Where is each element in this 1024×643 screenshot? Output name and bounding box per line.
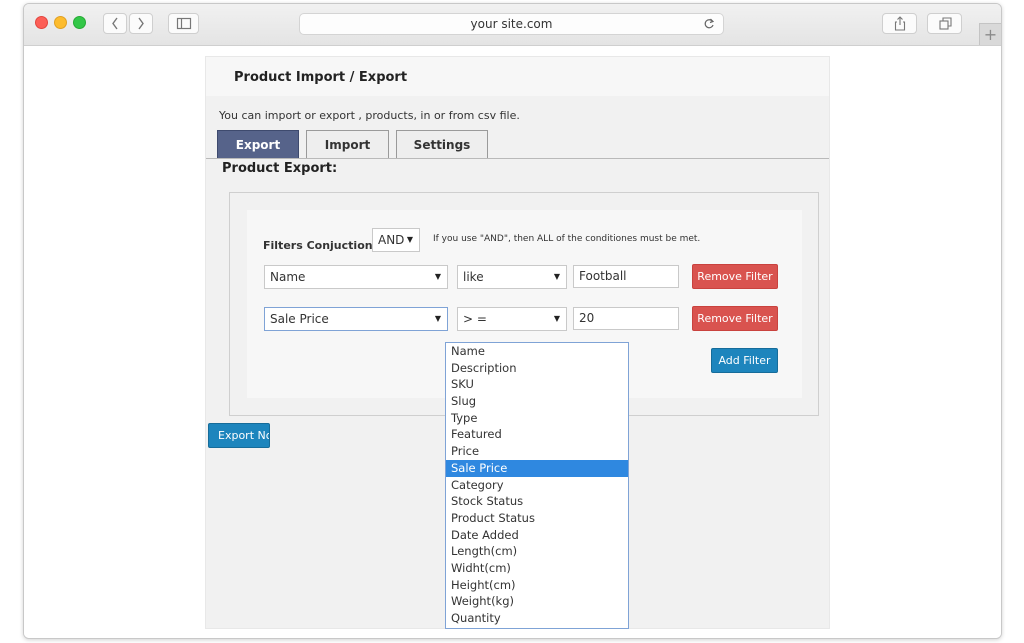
dropdown-option[interactable]: Sale Price [446, 459, 628, 477]
dropdown-option[interactable]: Weight(kg) [446, 593, 628, 610]
chevron-left-icon [112, 17, 118, 30]
dropdown-option[interactable]: Price [446, 443, 628, 460]
chevron-down-icon: ▼ [553, 272, 560, 281]
dropdown-option[interactable]: Description [446, 360, 628, 377]
maximize-window-button[interactable] [73, 16, 86, 29]
chevron-down-icon: ▼ [406, 235, 413, 244]
dropdown-option[interactable]: Length(cm) [446, 543, 628, 560]
back-button[interactable] [103, 13, 127, 34]
filter-field-select[interactable]: Name ▼ [264, 265, 448, 289]
tabs-overview-button[interactable] [927, 13, 962, 34]
filter-operator-value: like [463, 270, 484, 284]
dropdown-option[interactable]: SKU [446, 376, 628, 393]
page-title: Product Import / Export [234, 70, 408, 85]
page-description: You can import or export , products, in … [219, 109, 520, 122]
tab-export[interactable]: Export [217, 130, 299, 159]
filter-value-input[interactable]: Football [573, 265, 679, 288]
panel-header: Product Import / Export [206, 57, 829, 96]
remove-filter-button[interactable]: Remove Filter [692, 306, 778, 331]
dropdown-option[interactable]: Category [446, 477, 628, 494]
dropdown-option[interactable]: Type [446, 410, 628, 427]
browser-toolbar: your site.com + [24, 4, 1001, 46]
filter-field-value: Name [270, 270, 306, 284]
dropdown-option[interactable]: Name [446, 343, 628, 360]
dropdown-option[interactable]: Date Added [446, 527, 628, 544]
dropdown-option[interactable]: Featured [446, 426, 628, 443]
new-tab-button[interactable]: + [979, 23, 1001, 45]
dropdown-option[interactable]: Product Status [446, 510, 628, 527]
filter-operator-value: > = [463, 312, 487, 326]
section-title: Product Export: [222, 161, 338, 176]
dropdown-option[interactable]: Slug [446, 393, 628, 410]
share-icon [894, 16, 905, 31]
dropdown-option[interactable]: Quantity [446, 610, 628, 627]
forward-button[interactable] [129, 13, 153, 34]
sidebar-icon [176, 17, 191, 30]
field-dropdown-list[interactable]: Name Description SKU Slug Type Featured Price S… [445, 342, 629, 629]
export-now-button[interactable]: Export No [208, 423, 270, 448]
dropdown-option[interactable]: Widht(cm) [446, 560, 628, 577]
share-button[interactable] [882, 13, 917, 34]
page-content: Product Import / Export You can import o… [24, 46, 1001, 638]
tabs-icon [938, 17, 952, 30]
filter-field-select[interactable]: Sale Price ▼ [264, 307, 448, 331]
filter-field-value: Sale Price [270, 312, 329, 326]
chevron-down-icon: ▼ [434, 272, 441, 281]
chevron-down-icon: ▼ [434, 314, 441, 323]
plugin-panel: Product Import / Export You can import o… [205, 56, 830, 629]
dropdown-option[interactable]: Stock Status [446, 493, 628, 510]
filter-operator-select[interactable]: > = ▼ [457, 307, 567, 331]
reload-icon[interactable] [703, 17, 715, 37]
tab-import[interactable]: Import [306, 130, 389, 159]
conjunction-hint: If you use "AND", then ALL of the condit… [433, 234, 701, 244]
minimize-window-button[interactable] [54, 16, 67, 29]
conjunction-select[interactable]: AND ▼ [372, 228, 420, 252]
tab-divider [206, 158, 829, 159]
chevron-right-icon [138, 17, 144, 30]
remove-filter-button[interactable]: Remove Filter [692, 264, 778, 289]
dropdown-option[interactable]: Height(cm) [446, 577, 628, 594]
add-filter-button[interactable]: Add Filter [711, 348, 778, 373]
conjunction-label: Filters Conjuction: [263, 239, 377, 252]
chevron-down-icon: ▼ [553, 314, 560, 323]
url-text: your site.com [470, 17, 553, 31]
tab-settings[interactable]: Settings [396, 130, 488, 159]
conjunction-value: AND [378, 233, 405, 247]
address-bar[interactable]: your site.com [299, 13, 724, 35]
filter-operator-select[interactable]: like ▼ [457, 265, 567, 289]
browser-window: your site.com + Product Import / Export … [23, 3, 1002, 639]
filter-value-input[interactable]: 20 [573, 307, 679, 330]
close-window-button[interactable] [35, 16, 48, 29]
sidebar-toggle-button[interactable] [168, 13, 199, 34]
